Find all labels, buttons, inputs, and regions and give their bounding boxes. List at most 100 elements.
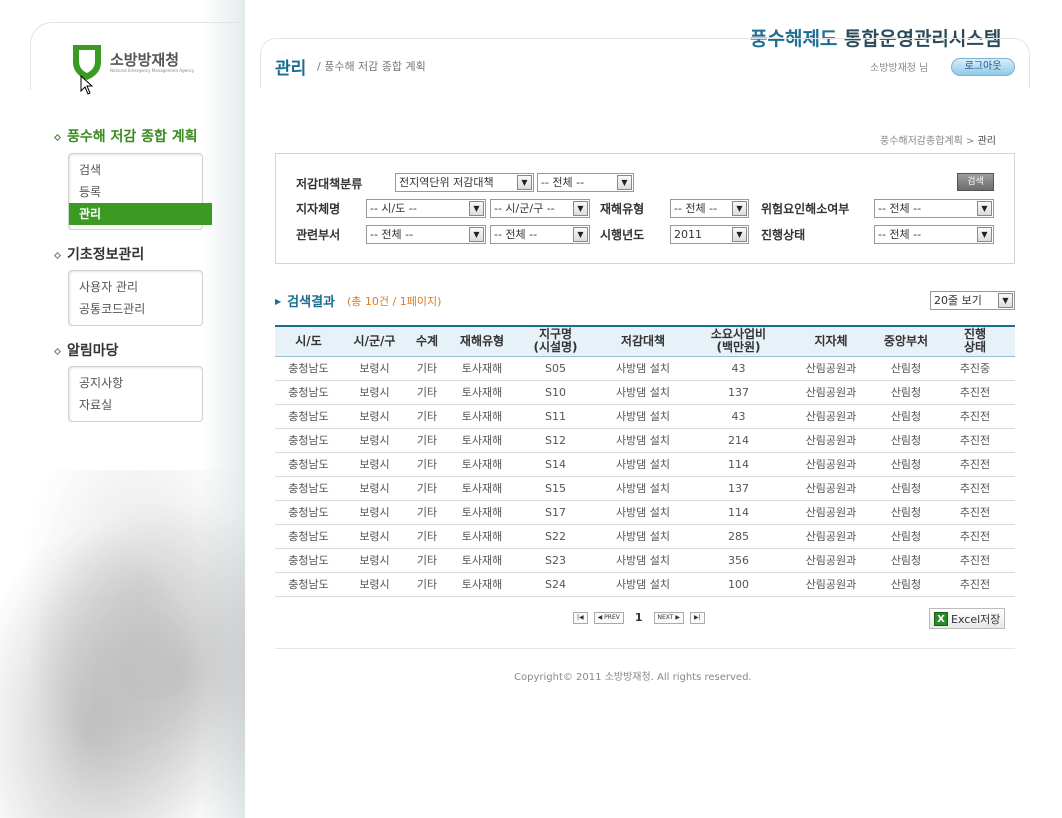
- sido-select[interactable]: -- 시/도 -- ▼: [366, 199, 486, 218]
- table-cell: 산림청: [877, 476, 935, 501]
- breadcrumb-current: 관리: [977, 136, 996, 147]
- chevron-down-icon: ▼: [977, 201, 992, 216]
- logout-button[interactable]: 로그아웃: [951, 58, 1015, 76]
- table-cell: 산림공원과: [785, 548, 877, 573]
- table-cell: 보령시: [342, 428, 407, 453]
- table-cell: 토사재해: [447, 500, 517, 525]
- table-cell: 추진전: [935, 428, 1015, 453]
- table-row[interactable]: 충청남도 보령시 기타 토사재해 S12 사방댐 설치 214 산림공원과 산림청 추진전: [275, 428, 1015, 453]
- table-body: 충청남도 보령시 기타 토사재해 S05 사방댐 설치 43 산림공원과 산림청 추진중 충청남도 보…: [275, 356, 1015, 597]
- table-row[interactable]: 충청남도 보령시 기타 토사재해 S10 사방댐 설치 137 산림공원과 산림청 추진전: [275, 380, 1015, 405]
- table-cell: S11: [517, 404, 594, 429]
- table-cell: 사방댐 설치: [594, 404, 692, 429]
- sidebar-item-archive[interactable]: 자료실: [69, 394, 202, 416]
- table-row[interactable]: 충청남도 보령시 기타 토사재해 S15 사방댐 설치 137 산림공원과 산림청 추진전: [275, 476, 1015, 501]
- sidebar-item-user-manage[interactable]: 사용자 관리: [69, 276, 202, 298]
- table-cell: 토사재해: [447, 548, 517, 573]
- table-cell: 충청남도: [275, 476, 342, 501]
- table-cell: 충청남도: [275, 380, 342, 405]
- sidebar-item-register[interactable]: 등록: [69, 181, 202, 203]
- table-cell: 사방댐 설치: [594, 356, 692, 381]
- table-row[interactable]: 충청남도 보령시 기타 토사재해 S24 사방댐 설치 100 산림공원과 산림청 추진전: [275, 572, 1015, 597]
- table-cell: 추진전: [935, 572, 1015, 597]
- chevron-down-icon: ▼: [573, 201, 588, 216]
- search-button[interactable]: 검색: [957, 173, 994, 191]
- column-header: 시/도: [275, 325, 342, 357]
- table-cell: 214: [692, 428, 785, 453]
- excel-icon: X: [934, 611, 948, 626]
- table-cell: 137: [692, 476, 785, 501]
- dept-select-1[interactable]: -- 전체 -- ▼: [366, 225, 486, 244]
- pagination: |◀ ◀ PREV 1 NEXT ▶ ▶|: [570, 611, 708, 624]
- sidebar-item-search[interactable]: 검색: [69, 159, 202, 181]
- risk-resolved-select[interactable]: -- 전체 -- ▼: [874, 199, 994, 218]
- disaster-type-select[interactable]: -- 전체 -- ▼: [670, 199, 749, 218]
- table-cell: 산림공원과: [785, 380, 877, 405]
- table-row[interactable]: 충청남도 보령시 기타 토사재해 S05 사방댐 설치 43 산림공원과 산림청 추진중: [275, 356, 1015, 381]
- sidebar-item-notices[interactable]: 공지사항: [69, 372, 202, 394]
- table-cell: 충청남도: [275, 428, 342, 453]
- table-cell: 보령시: [342, 572, 407, 597]
- first-page-button[interactable]: |◀: [573, 611, 588, 624]
- sidebar-section-basic-info[interactable]: 기초정보관리: [53, 244, 144, 264]
- table-cell: 43: [692, 404, 785, 429]
- triangle-bullet-icon: ▶: [275, 297, 282, 306]
- table-cell: 산림청: [877, 500, 935, 525]
- column-header: 저감대책: [594, 325, 692, 357]
- table-cell: 산림공원과: [785, 452, 877, 477]
- excel-save-button[interactable]: X Excel저장: [929, 608, 1005, 629]
- year-select[interactable]: 2011 ▼: [670, 225, 749, 244]
- next-page-button[interactable]: NEXT ▶: [653, 611, 684, 624]
- table-cell: 추진전: [935, 452, 1015, 477]
- table-cell: S23: [517, 548, 594, 573]
- column-header: 재해유형: [447, 325, 517, 357]
- table-cell: 추진전: [935, 548, 1015, 573]
- chevron-down-icon: ▼: [469, 227, 484, 242]
- table-cell: 기타: [407, 572, 447, 597]
- chevron-down-icon: ▼: [517, 175, 532, 190]
- table-cell: 토사재해: [447, 572, 517, 597]
- table-cell: 사방댐 설치: [594, 476, 692, 501]
- table-cell: 산림청: [877, 380, 935, 405]
- category-select-1[interactable]: 전지역단위 저감대책 ▼: [395, 173, 534, 192]
- label-category: 저감대책분류: [296, 177, 363, 191]
- submenu-plan: 검색 등록 관리: [68, 153, 212, 230]
- breadcrumb-parent[interactable]: 풍수해저감종합계획: [880, 136, 963, 147]
- sigungu-select[interactable]: -- 시/군/구 -- ▼: [490, 199, 590, 218]
- table-cell: 사방댐 설치: [594, 428, 692, 453]
- results-title: ▶ 검색결과: [275, 295, 335, 310]
- rows-per-page-select[interactable]: 20줄 보기 ▼: [930, 291, 1015, 310]
- table-cell: 사방댐 설치: [594, 572, 692, 597]
- table-cell: 보령시: [342, 548, 407, 573]
- table-cell: 토사재해: [447, 404, 517, 429]
- diamond-bullet-icon: [53, 251, 62, 259]
- table-cell: 43: [692, 356, 785, 381]
- table-row[interactable]: 충청남도 보령시 기타 토사재해 S22 사방댐 설치 285 산림공원과 산림청 추진전: [275, 524, 1015, 549]
- copyright: Copyright© 2011 소방방재청. All rights reserv…: [514, 672, 752, 683]
- table-row[interactable]: 충청남도 보령시 기타 토사재해 S17 사방댐 설치 114 산림공원과 산림청 추진전: [275, 500, 1015, 525]
- status-select[interactable]: -- 전체 -- ▼: [874, 225, 994, 244]
- table-cell: 충청남도: [275, 404, 342, 429]
- column-header: 중앙부처: [877, 325, 935, 357]
- table-row[interactable]: 충청남도 보령시 기타 토사재해 S11 사방댐 설치 43 산림공원과 산림청 추진전: [275, 404, 1015, 429]
- table-row[interactable]: 충청남도 보령시 기타 토사재해 S14 사방댐 설치 114 산림공원과 산림청 추진전: [275, 452, 1015, 477]
- last-page-button[interactable]: ▶|: [690, 611, 705, 624]
- logo-text-en: National Emergency Management Agency: [110, 67, 195, 73]
- sidebar-section-plan[interactable]: 풍수해 저감 종합 계획: [53, 126, 198, 146]
- table-cell: 추진전: [935, 380, 1015, 405]
- current-page[interactable]: 1: [635, 611, 643, 624]
- results-count: (총 10건 / 1페이지): [347, 295, 442, 308]
- sidebar-section-notice[interactable]: 알림마당: [53, 340, 119, 360]
- table-cell: 토사재해: [447, 380, 517, 405]
- category-select-2[interactable]: -- 전체 -- ▼: [537, 173, 634, 192]
- page-title: 관리: [275, 59, 307, 79]
- prev-page-button[interactable]: ◀ PREV: [593, 611, 624, 624]
- label-dept: 관련부서: [296, 228, 341, 242]
- sidebar-item-manage[interactable]: 관리: [69, 203, 212, 225]
- table-row[interactable]: 충청남도 보령시 기타 토사재해 S23 사방댐 설치 356 산림공원과 산림청 추진전: [275, 548, 1015, 573]
- chevron-down-icon: ▼: [573, 227, 588, 242]
- mouse-cursor-icon: [80, 75, 94, 95]
- dept-select-2[interactable]: -- 전체 -- ▼: [490, 225, 590, 244]
- table-cell: 기타: [407, 476, 447, 501]
- sidebar-item-common-code[interactable]: 공통코드관리: [69, 298, 202, 320]
